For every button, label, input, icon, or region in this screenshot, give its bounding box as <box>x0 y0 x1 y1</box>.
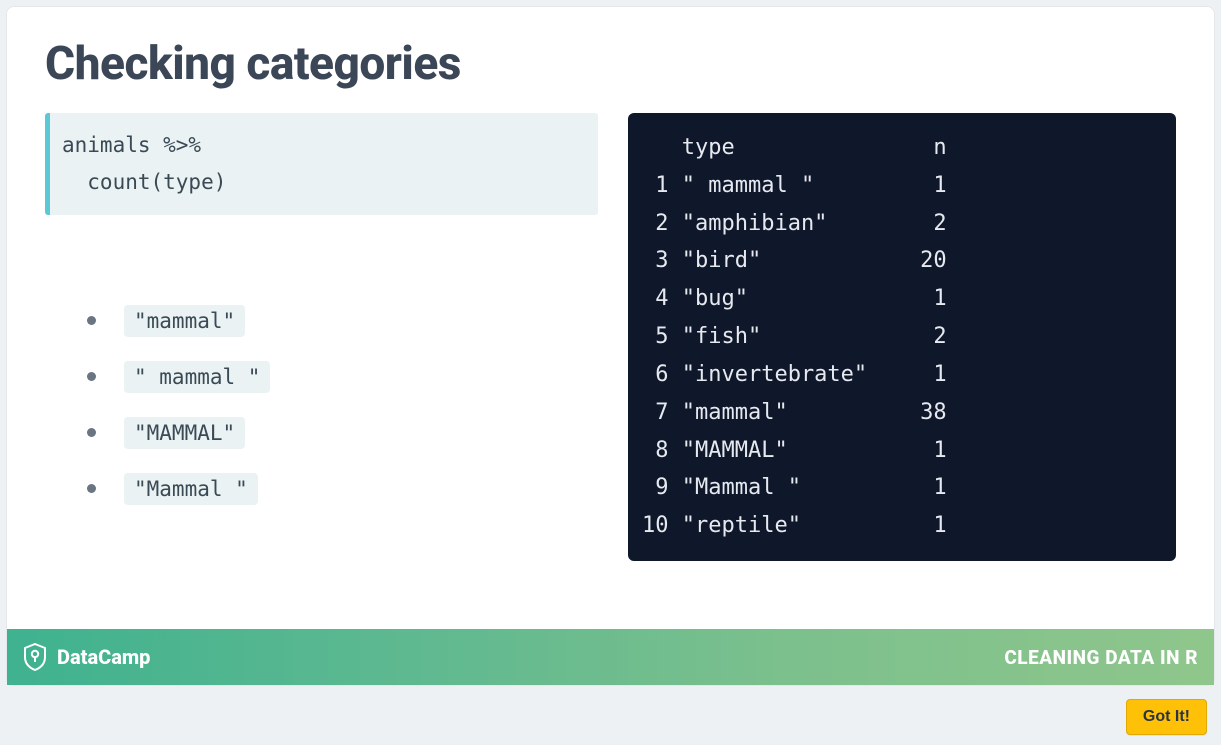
page-title: Checking categories <box>45 37 1176 91</box>
brand-label: DataCamp <box>57 645 150 669</box>
course-title: CLEANING DATA IN R <box>1004 646 1198 669</box>
bullet-icon <box>87 484 96 493</box>
list-item: " mammal " <box>87 361 598 393</box>
code-block: animals %>% count(type) <box>45 113 598 215</box>
slide-card: Checking categories animals %>% count(ty… <box>6 6 1215 686</box>
bullet-list: "mammal" " mammal " "MAMMAL" "Mammal " <box>45 305 598 505</box>
inline-code: "MAMMAL" <box>124 417 245 449</box>
inline-code: "Mammal " <box>124 473 258 505</box>
brand: DataCamp <box>23 643 150 671</box>
list-item: "Mammal " <box>87 473 598 505</box>
bullet-icon <box>87 316 96 325</box>
bullet-icon <box>87 428 96 437</box>
footer-bar: DataCamp CLEANING DATA IN R <box>7 629 1214 685</box>
inline-code: " mammal " <box>124 361 270 393</box>
output-block: type n 1 " mammal " 1 2 "amphibian" 2 3 … <box>628 113 1176 561</box>
got-it-button[interactable]: Got It! <box>1126 699 1207 735</box>
bullet-icon <box>87 372 96 381</box>
columns: animals %>% count(type) "mammal" " mamma… <box>45 113 1176 561</box>
list-item: "MAMMAL" <box>87 417 598 449</box>
shield-icon <box>23 643 47 671</box>
list-item: "mammal" <box>87 305 598 337</box>
column-left: animals %>% count(type) "mammal" " mamma… <box>45 113 598 561</box>
column-right: type n 1 " mammal " 1 2 "amphibian" 2 3 … <box>628 113 1176 561</box>
inline-code: "mammal" <box>124 305 245 337</box>
